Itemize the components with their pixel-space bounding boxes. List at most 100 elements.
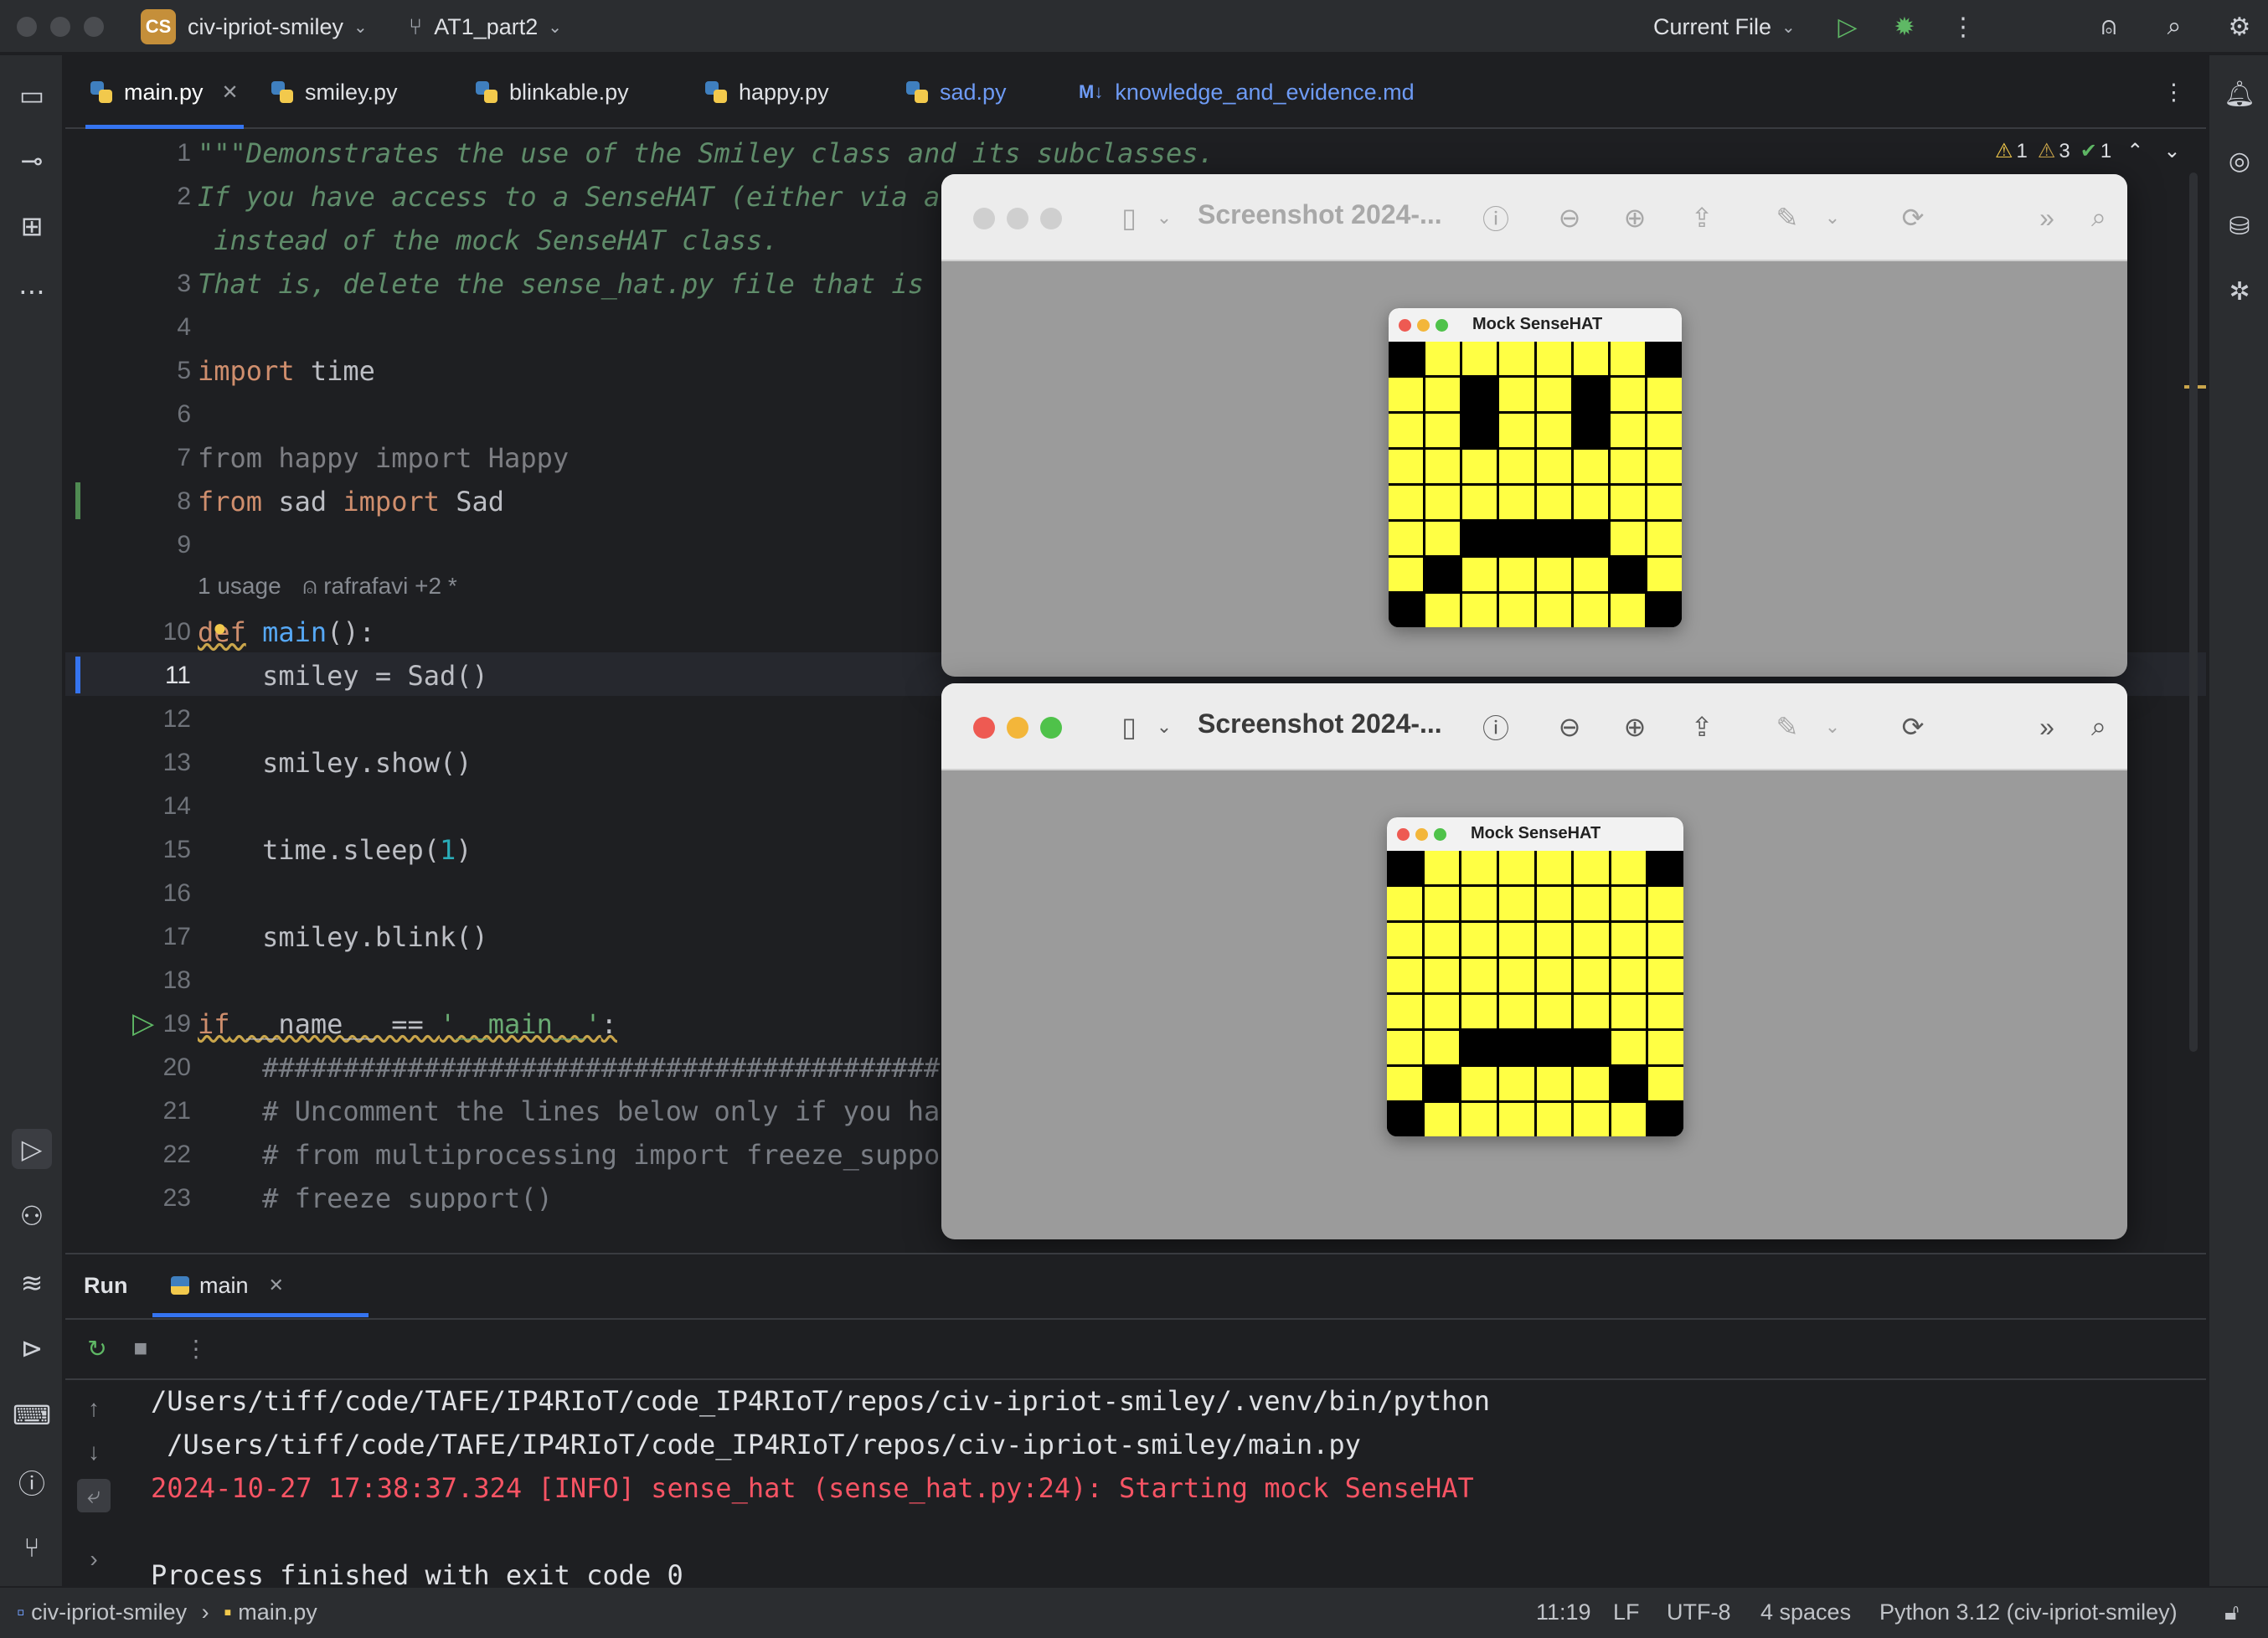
window-minimize-button[interactable] — [50, 17, 70, 37]
tab-knowledge-md[interactable]: M↓ knowledge_and_evidence.md — [1079, 55, 1415, 129]
more-icon[interactable]: » — [2027, 707, 2067, 747]
folder-icon[interactable]: ▭ — [12, 75, 52, 116]
breadcrumb-project[interactable]: civ-ipriot-smiley — [31, 1599, 187, 1625]
tabs-more-icon[interactable]: ⋮ — [2162, 55, 2185, 129]
close-button[interactable] — [973, 208, 995, 229]
settings-icon[interactable]: ⚙ — [2221, 8, 2258, 45]
tab-sad-py[interactable]: sad.py — [906, 55, 1007, 129]
minimize-button[interactable] — [1007, 717, 1028, 739]
run-icon[interactable]: ▷ — [1829, 8, 1866, 45]
python-interpreter[interactable]: Python 3.12 (civ-ipriot-smiley) — [1879, 1599, 2178, 1625]
more-actions-icon[interactable]: ⋮ — [1945, 8, 1982, 45]
project-badge: CS — [141, 9, 176, 44]
info-icon[interactable]: ⓘ — [1476, 198, 1516, 238]
chevron-down-icon[interactable]: ⌄ — [2163, 139, 2180, 163]
chevron-up-icon[interactable]: ⌃ — [2126, 139, 2143, 163]
markup-icon[interactable]: ✎ — [1767, 707, 1807, 747]
lock-icon[interactable]: 🔓︎ — [2224, 1599, 2240, 1626]
tab-main-py[interactable]: main.py ✕ — [85, 55, 244, 129]
notifications-icon[interactable]: 🔔︎ — [2219, 74, 2260, 114]
zoom-button[interactable] — [1040, 208, 1062, 229]
search-icon[interactable]: ⌕ — [2156, 8, 2193, 45]
line-number: 15 — [162, 836, 191, 863]
cursor-position[interactable]: 11:19 — [1536, 1599, 1591, 1625]
close-icon[interactable]: ✕ — [269, 1275, 284, 1296]
breadcrumb[interactable]: ▫ civ-ipriot-smiley › ▪ main.py — [17, 1599, 317, 1625]
zoom-out-icon[interactable]: ⊖ — [1549, 198, 1590, 238]
indent-setting[interactable]: 4 spaces — [1760, 1599, 1851, 1625]
run-tool-icon[interactable]: ▷ — [12, 1129, 52, 1169]
close-button[interactable] — [973, 717, 995, 739]
share-icon[interactable]: ⇪ — [1682, 198, 1722, 238]
lightbulb-icon[interactable]: ● — [213, 615, 227, 641]
line-number: 1 — [177, 139, 191, 167]
line-separator[interactable]: LF — [1613, 1599, 1640, 1625]
editor-scrollbar[interactable] — [2189, 173, 2198, 1052]
python-packages-icon[interactable]: ✲ — [2219, 271, 2260, 312]
window-zoom-button[interactable] — [84, 17, 104, 37]
run-gutter-icon[interactable]: ▷ — [132, 1007, 154, 1040]
info-icon[interactable]: ⓘ — [1476, 707, 1516, 747]
share-icon[interactable]: ⇪ — [1682, 707, 1722, 747]
code-vision-hint[interactable]: 1 usage ⍝ rafrafavi +2 * — [198, 573, 457, 600]
zoom-in-icon[interactable]: ⊕ — [1615, 198, 1655, 238]
terminal-icon[interactable]: ⌨ — [12, 1395, 52, 1435]
markup-icon[interactable]: ✎ — [1767, 198, 1807, 238]
expand-icon[interactable]: › — [77, 1543, 111, 1576]
services-icon[interactable]: ⊳ — [12, 1328, 52, 1368]
more-icon[interactable]: » — [2027, 198, 2067, 238]
tab-smiley-py[interactable]: smiley.py — [271, 55, 398, 129]
debug-icon[interactable]: ✹ — [1886, 8, 1923, 45]
run-panel-title: Run — [84, 1272, 128, 1298]
zoom-button[interactable] — [1040, 717, 1062, 739]
add-user-icon[interactable]: ⍝ — [2090, 8, 2127, 45]
zoom-out-icon[interactable]: ⊖ — [1549, 707, 1590, 747]
scroll-up-icon[interactable]: ↑ — [77, 1392, 111, 1425]
zoom-in-icon[interactable]: ⊕ — [1615, 707, 1655, 747]
git-icon[interactable]: ⑂ — [12, 1527, 52, 1568]
led-pixel — [1462, 342, 1497, 375]
window-close-button[interactable] — [17, 17, 37, 37]
led-pixel — [1424, 995, 1460, 1028]
file-encoding[interactable]: UTF-8 — [1667, 1599, 1731, 1625]
branch-selector[interactable]: ⑂ AT1_part2 ⌄ — [409, 8, 562, 45]
layers-icon[interactable]: ≋ — [12, 1263, 52, 1303]
run-tab-main[interactable]: main ✕ — [171, 1254, 284, 1316]
more-icon[interactable]: ⋮ — [179, 1332, 213, 1365]
led-pixel — [1648, 959, 1683, 992]
scroll-down-icon[interactable]: ↓ — [77, 1435, 111, 1469]
breadcrumb-file[interactable]: main.py — [238, 1599, 317, 1625]
python-console-icon[interactable]: ⚇ — [12, 1196, 52, 1236]
search-icon[interactable]: ⌕ — [2079, 707, 2119, 747]
chevron-down-icon[interactable]: ⌄ — [1144, 198, 1184, 238]
preview-window-1[interactable]: ▯ ⌄ Screenshot 2024-... ⓘ ⊖ ⊕ ⇪ ✎ ⌄ ⟳ » … — [941, 174, 2127, 677]
stop-icon[interactable]: ■ — [124, 1332, 157, 1365]
chevron-down-icon[interactable]: ⌄ — [1812, 198, 1853, 238]
git-branch-icon: ⑂ — [409, 13, 423, 39]
soft-wrap-icon[interactable]: ⤶ — [77, 1479, 111, 1512]
sidebar-icon[interactable]: ▯ — [1109, 198, 1149, 238]
database-icon[interactable]: ⛁ — [2219, 206, 2260, 246]
ai-assistant-icon[interactable]: ◎ — [2219, 141, 2260, 181]
problems-icon[interactable]: ⓘ — [12, 1462, 52, 1502]
tab-blinkable-py[interactable]: blinkable.py — [476, 55, 629, 129]
sidebar-icon[interactable]: ▯ — [1109, 707, 1149, 747]
rerun-icon[interactable]: ↻ — [80, 1332, 114, 1365]
project-name: civ-ipriot-smiley — [188, 13, 344, 39]
more-tools-icon[interactable]: ⋯ — [12, 271, 52, 312]
led-pixel — [1610, 594, 1645, 627]
minimize-button[interactable] — [1007, 208, 1028, 229]
inspection-widget[interactable]: ⚠ 1 ⚠ 3 ✔ 1 ⌃ ⌄ — [1995, 139, 2180, 163]
commit-icon[interactable]: ⊸ — [12, 141, 52, 181]
project-selector[interactable]: CS civ-ipriot-smiley ⌄ — [141, 8, 368, 45]
rotate-icon[interactable]: ⟳ — [1893, 198, 1933, 238]
preview-window-2[interactable]: ▯ ⌄ Screenshot 2024-... ⓘ ⊖ ⊕ ⇪ ✎ ⌄ ⟳ » … — [941, 683, 2127, 1239]
run-config-selector[interactable]: Current File ⌄ — [1653, 8, 1796, 45]
chevron-down-icon[interactable]: ⌄ — [1812, 707, 1853, 747]
structure-icon[interactable]: ⊞ — [12, 206, 52, 246]
chevron-down-icon[interactable]: ⌄ — [1144, 707, 1184, 747]
close-icon[interactable]: ✕ — [222, 80, 239, 105]
rotate-icon[interactable]: ⟳ — [1893, 707, 1933, 747]
search-icon[interactable]: ⌕ — [2079, 198, 2119, 238]
tab-happy-py[interactable]: happy.py — [705, 55, 829, 129]
